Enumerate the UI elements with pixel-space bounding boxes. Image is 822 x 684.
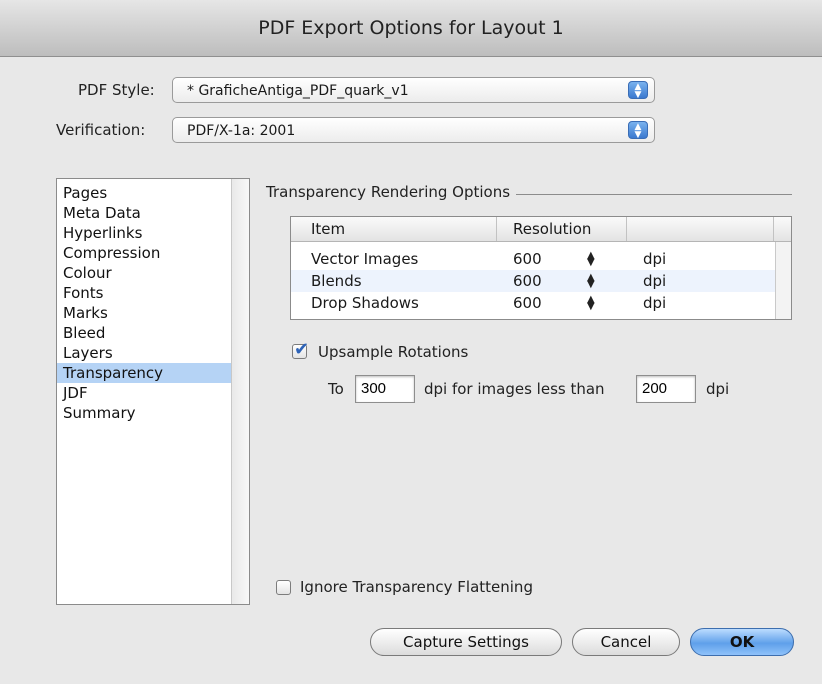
ok-button[interactable]: OK bbox=[690, 628, 794, 656]
upsample-to-field[interactable] bbox=[355, 375, 415, 403]
transparency-table: Item Resolution Vector Images 600 ▲ ▼ dpi… bbox=[290, 216, 792, 320]
row-unit: dpi bbox=[643, 250, 667, 268]
row-item: Blends bbox=[311, 272, 362, 290]
sidebar-item-hyperlinks[interactable]: Hyperlinks bbox=[57, 223, 231, 243]
column-header-resolution[interactable]: Resolution bbox=[513, 217, 591, 241]
upsample-rotations-label: Upsample Rotations bbox=[318, 343, 469, 361]
row-item: Drop Shadows bbox=[311, 294, 419, 312]
stepper-icon[interactable]: ▲ ▼ bbox=[587, 270, 595, 290]
verification-value: PDF/X-1a: 2001 bbox=[187, 123, 296, 139]
table-row[interactable]: Drop Shadows 600 ▲ ▼ dpi bbox=[291, 292, 775, 314]
stepper-icon[interactable]: ▲ ▼ bbox=[587, 248, 595, 268]
row-resolution[interactable]: 600 bbox=[513, 292, 542, 314]
table-header: Item Resolution bbox=[291, 217, 791, 242]
upsample-rotations-checkbox[interactable]: ✔ bbox=[292, 339, 309, 360]
options-sidebar: Pages Meta Data Hyperlinks Compression C… bbox=[56, 178, 250, 605]
sidebar-item-layers[interactable]: Layers bbox=[57, 343, 231, 363]
pdf-export-dialog: PDF Export Options for Layout 1 PDF Styl… bbox=[0, 0, 822, 684]
popup-arrows-icon: ▲ ▼ bbox=[628, 81, 648, 100]
sidebar-item-meta-data[interactable]: Meta Data bbox=[57, 203, 231, 223]
stepper-icon[interactable]: ▲ ▼ bbox=[587, 292, 595, 312]
checkmark-icon: ✔ bbox=[294, 339, 310, 360]
table-row[interactable]: Vector Images 600 ▲ ▼ dpi bbox=[291, 248, 775, 270]
upsample-unit-label: dpi bbox=[706, 380, 730, 398]
sidebar-item-bleed[interactable]: Bleed bbox=[57, 323, 231, 343]
sidebar-item-colour[interactable]: Colour bbox=[57, 263, 231, 283]
row-resolution[interactable]: 600 bbox=[513, 248, 542, 270]
row-unit: dpi bbox=[643, 294, 667, 312]
row-resolution[interactable]: 600 bbox=[513, 270, 542, 292]
row-unit: dpi bbox=[643, 272, 667, 290]
column-header-item[interactable]: Item bbox=[311, 217, 345, 241]
column-divider bbox=[626, 217, 627, 241]
sidebar-item-transparency[interactable]: Transparency bbox=[57, 363, 231, 383]
sidebar-item-summary[interactable]: Summary bbox=[57, 403, 231, 423]
window-title: PDF Export Options for Layout 1 bbox=[0, 0, 822, 57]
sidebar-item-marks[interactable]: Marks bbox=[57, 303, 231, 323]
upsample-less-than-field[interactable] bbox=[636, 375, 696, 403]
column-divider bbox=[773, 217, 774, 241]
pdf-style-label: PDF Style: bbox=[78, 81, 155, 99]
row-item: Vector Images bbox=[311, 250, 419, 268]
sidebar-item-pages[interactable]: Pages bbox=[57, 183, 231, 203]
pdf-style-value: * GraficheAntiga_PDF_quark_v1 bbox=[187, 83, 409, 99]
verification-popup[interactable]: PDF/X-1a: 2001 ▲ ▼ bbox=[172, 117, 655, 143]
sidebar-item-jdf[interactable]: JDF bbox=[57, 383, 231, 403]
capture-settings-button[interactable]: Capture Settings bbox=[370, 628, 562, 656]
sidebar-scrollbar[interactable] bbox=[231, 179, 249, 604]
section-title: Transparency Rendering Options bbox=[266, 183, 517, 201]
sidebar-item-fonts[interactable]: Fonts bbox=[57, 283, 231, 303]
ignore-flattening-label: Ignore Transparency Flattening bbox=[300, 578, 533, 596]
pdf-style-popup[interactable]: * GraficheAntiga_PDF_quark_v1 ▲ ▼ bbox=[172, 77, 655, 103]
cancel-button[interactable]: Cancel bbox=[572, 628, 680, 656]
popup-arrows-icon: ▲ ▼ bbox=[628, 121, 648, 140]
upsample-to-label: To bbox=[328, 380, 344, 398]
column-divider bbox=[496, 217, 497, 241]
verification-label: Verification: bbox=[56, 121, 146, 139]
table-row[interactable]: Blends 600 ▲ ▼ dpi bbox=[291, 270, 775, 292]
upsample-mid-label: dpi for images less than bbox=[424, 380, 605, 398]
sidebar-item-compression[interactable]: Compression bbox=[57, 243, 231, 263]
table-scrollbar[interactable] bbox=[775, 242, 791, 319]
ignore-flattening-checkbox[interactable] bbox=[276, 580, 291, 595]
